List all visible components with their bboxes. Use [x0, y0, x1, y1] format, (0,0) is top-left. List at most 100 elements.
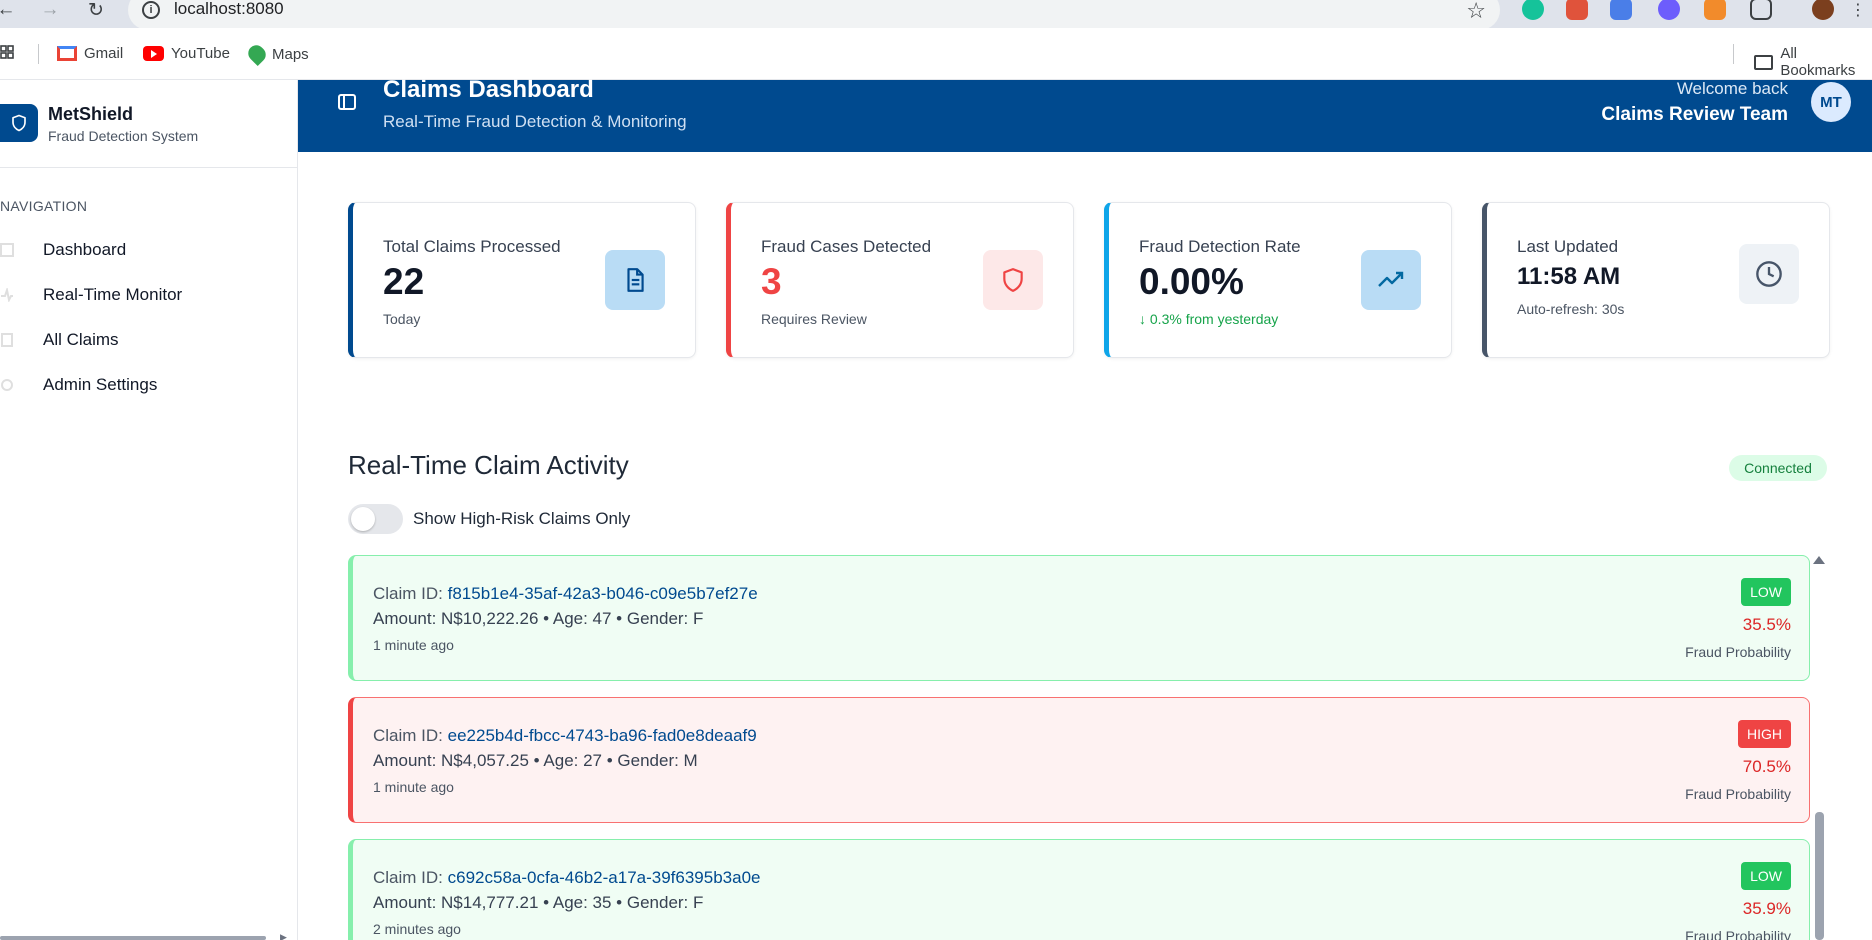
status-badge: Connected — [1729, 455, 1827, 481]
list-item[interactable]: Claim ID: ee225b4d-fbcc-4743-ba96-fad0e8… — [348, 697, 1810, 823]
fraud-probability-label: Fraud Probability — [1685, 928, 1791, 940]
stat-subtext: Auto-refresh: 30s — [1517, 301, 1625, 317]
stat-label: Fraud Detection Rate — [1139, 237, 1301, 256]
back-icon[interactable]: ← — [0, 0, 18, 20]
claim-timestamp: 1 minute ago — [373, 637, 454, 653]
shield-logo-icon — [0, 104, 38, 142]
sidebar-item-label: Dashboard — [43, 240, 127, 259]
stat-subtext: Requires Review — [761, 311, 867, 327]
claim-id-row: Claim ID: c692c58a-0cfa-46b2-a17a-39f639… — [373, 868, 761, 888]
horizontal-scrollbar[interactable] — [0, 936, 266, 940]
scrollbar-thumb[interactable] — [1815, 812, 1824, 940]
claim-id-prefix: Claim ID: — [373, 726, 448, 745]
dashboard-icon — [0, 243, 14, 257]
apps-grid-icon[interactable] — [0, 45, 20, 65]
claim-details: Amount: N$4,057.25 • Age: 27 • Gender: M — [373, 751, 698, 770]
sidebar-item-label: Admin Settings — [43, 375, 158, 394]
claim-id[interactable]: f815b1e4-35af-42a3-b046-c09e5b7ef27e — [448, 584, 758, 603]
app-name: MetShield — [48, 104, 134, 124]
nav-heading: NAVIGATION — [0, 198, 88, 214]
settings-icon — [0, 378, 14, 392]
url-text[interactable]: localhost:8080 — [174, 0, 284, 19]
profile-avatar[interactable] — [1812, 0, 1834, 20]
scroll-up-icon[interactable] — [1813, 556, 1825, 564]
bookmark-star-icon[interactable]: ☆ — [1466, 0, 1486, 24]
high-risk-toggle[interactable] — [348, 504, 403, 534]
sidebar-item-real-time-monitor[interactable]: Real-Time Monitor — [0, 275, 290, 315]
claim-timestamp: 2 minutes ago — [373, 921, 461, 937]
dashboard-header: Claims Dashboard Real-Time Fraud Detecti… — [298, 76, 1872, 152]
stat-subtext: Today — [383, 311, 421, 327]
stat-subtext: ↓ 0.3% from yesterday — [1139, 311, 1279, 327]
site-info-icon[interactable]: i — [142, 1, 160, 19]
claim-id[interactable]: ee225b4d-fbcc-4743-ba96-fad0e8deaaf9 — [448, 726, 757, 745]
welcome-text: Welcome back — [1676, 79, 1788, 98]
list-item[interactable]: Claim ID: f815b1e4-35af-42a3-b046-c09e5b… — [348, 555, 1810, 681]
avatar[interactable]: MT — [1811, 82, 1851, 122]
risk-badge: LOW — [1741, 862, 1791, 890]
extensions-puzzle-icon[interactable] — [1750, 0, 1772, 20]
stat-value: 11:58 AM — [1517, 263, 1621, 290]
reload-icon[interactable]: ↻ — [84, 0, 108, 21]
risk-badge: LOW — [1741, 578, 1791, 606]
risk-badge: HIGH — [1738, 720, 1791, 748]
page-title: Claims Dashboard — [383, 76, 594, 103]
browser-menu-icon[interactable]: ⋮ — [1846, 0, 1870, 20]
section-title: Real-Time Claim Activity — [348, 450, 629, 480]
stat-card-total-claims: Total Claims Processed 22 Today — [348, 202, 696, 358]
scroll-right-icon[interactable]: ▶ — [280, 932, 287, 940]
claim-details: Amount: N$14,777.21 • Age: 35 • Gender: … — [373, 893, 704, 912]
bookmark-maps[interactable]: Maps — [244, 41, 309, 67]
shield-icon — [983, 250, 1043, 310]
address-bar[interactable]: i localhost:8080 ☆ — [128, 0, 1500, 30]
team-name: Claims Review Team — [1601, 104, 1788, 125]
extension-icon[interactable] — [1658, 0, 1680, 20]
sidebar-item-admin-settings[interactable]: Admin Settings — [0, 365, 290, 405]
brand: MetShield Fraud Detection System — [0, 80, 298, 168]
clock-icon — [1739, 244, 1799, 304]
activity-icon — [0, 286, 14, 304]
fraud-probability: 35.5% — [1742, 615, 1791, 634]
bookmarks-bar: Gmail YouTube Maps All Bookmarks — [0, 28, 1872, 80]
stat-card-last-updated: Last Updated 11:58 AM Auto-refresh: 30s — [1482, 202, 1830, 358]
bookmark-label: Maps — [272, 45, 309, 63]
stat-card-detection-rate: Fraud Detection Rate 0.00% ↓ 0.3% from y… — [1104, 202, 1452, 358]
page-subtitle: Real-Time Fraud Detection & Monitoring — [383, 112, 687, 131]
metamask-extension-icon[interactable] — [1704, 0, 1726, 20]
bookmark-gmail[interactable]: Gmail — [57, 45, 123, 62]
stat-value: 3 — [761, 261, 782, 302]
fraud-probability: 35.9% — [1742, 899, 1791, 918]
youtube-icon — [143, 46, 164, 61]
sidebar-toggle-icon[interactable] — [338, 94, 356, 110]
claim-id-row: Claim ID: ee225b4d-fbcc-4743-ba96-fad0e8… — [373, 726, 757, 746]
browser-toolbar: ← → ↻ i localhost:8080 ☆ ⋮ — [0, 0, 1872, 30]
stat-label: Fraud Cases Detected — [761, 237, 932, 256]
stat-label: Last Updated — [1517, 237, 1619, 256]
sidebar-item-label: All Claims — [43, 330, 119, 349]
all-bookmarks[interactable]: All Bookmarks — [1754, 45, 1872, 79]
toggle-knob — [351, 507, 375, 531]
bookmark-label: Gmail — [84, 45, 124, 62]
grammarly-extension-icon[interactable] — [1522, 0, 1544, 20]
translate-extension-icon[interactable] — [1610, 0, 1632, 20]
folder-icon — [1754, 54, 1774, 70]
claim-id[interactable]: c692c58a-0cfa-46b2-a17a-39f6395b3a0e — [448, 868, 761, 887]
bookmark-youtube[interactable]: YouTube — [143, 45, 230, 62]
toggle-label: Show High-Risk Claims Only — [413, 509, 631, 528]
claim-id-row: Claim ID: f815b1e4-35af-42a3-b046-c09e5b… — [373, 584, 758, 604]
document-icon — [605, 250, 665, 310]
sidebar-item-all-claims[interactable]: All Claims — [0, 320, 290, 360]
claim-id-prefix: Claim ID: — [373, 868, 448, 887]
forward-icon[interactable]: → — [38, 0, 62, 20]
claims-list: Claim ID: f815b1e4-35af-42a3-b046-c09e5b… — [348, 555, 1836, 940]
extension-icon[interactable] — [1566, 0, 1588, 20]
claim-details: Amount: N$10,222.26 • Age: 47 • Gender: … — [373, 609, 704, 628]
app-subtitle: Fraud Detection System — [48, 128, 199, 144]
list-item[interactable]: Claim ID: c692c58a-0cfa-46b2-a17a-39f639… — [348, 839, 1810, 940]
fraud-probability-label: Fraud Probability — [1685, 786, 1791, 802]
stat-label: Total Claims Processed — [383, 237, 561, 256]
sidebar-item-dashboard[interactable]: Dashboard — [0, 230, 290, 270]
stat-card-fraud-cases: Fraud Cases Detected 3 Requires Review — [726, 202, 1074, 358]
gmail-icon — [57, 46, 77, 61]
sidebar-item-label: Real-Time Monitor — [43, 285, 183, 304]
